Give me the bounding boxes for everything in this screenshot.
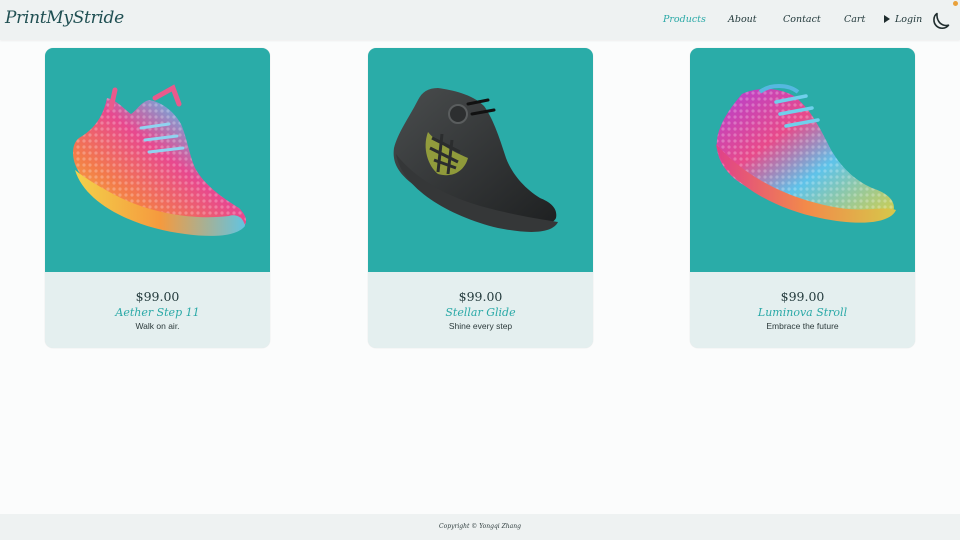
play-arrow-icon [884, 15, 890, 23]
copyright-text: Copyright © Yongqi Zhang [439, 523, 521, 530]
nav-link-products[interactable]: Products [663, 14, 706, 25]
login-button[interactable]: Login [884, 14, 922, 25]
product-price-2: $99.00 [458, 289, 503, 304]
product-card-2[interactable]: $99.00 Stellar Glide Shine every step [368, 48, 593, 348]
top-navbar: PrintMyStride Products About Contact Car… [0, 0, 960, 40]
product-price-1: $99.00 [135, 289, 180, 304]
notification-dot [953, 1, 958, 6]
page-footer: Copyright © Yongqi Zhang [0, 514, 960, 540]
product-name-2[interactable]: Stellar Glide [368, 306, 593, 319]
login-label: Login [895, 14, 923, 25]
product-image-1[interactable] [45, 48, 270, 272]
product-image-3[interactable] [690, 48, 915, 272]
product-price-3: $99.00 [780, 289, 825, 304]
product-card-3[interactable]: $99.00 Luminova Stroll Embrace the futur… [690, 48, 915, 348]
nav-link-about[interactable]: About [728, 14, 757, 25]
product-name-1[interactable]: Aether Step 11 [45, 306, 270, 319]
product-image-2[interactable] [368, 48, 593, 272]
nav-link-cart[interactable]: Cart [844, 14, 865, 25]
product-tagline-2: Shine every step [448, 321, 513, 331]
nav-link-contact[interactable]: Contact [783, 14, 821, 25]
sneaker-gradient-icon [716, 84, 896, 223]
product-tagline-3: Embrace the future [766, 321, 839, 331]
theme-toggle-button[interactable] [931, 11, 951, 31]
crescent-moon-icon [933, 12, 950, 30]
sneaker-rainbow-icon [73, 84, 247, 236]
product-name-3[interactable]: Luminova Stroll [690, 306, 915, 319]
product-tagline-1: Walk on air. [135, 321, 180, 331]
brand-logo[interactable]: PrintMyStride [5, 8, 124, 28]
product-card-1[interactable]: $99.00 Aether Step 11 Walk on air. [45, 48, 270, 348]
sneaker-black-icon [393, 88, 558, 232]
